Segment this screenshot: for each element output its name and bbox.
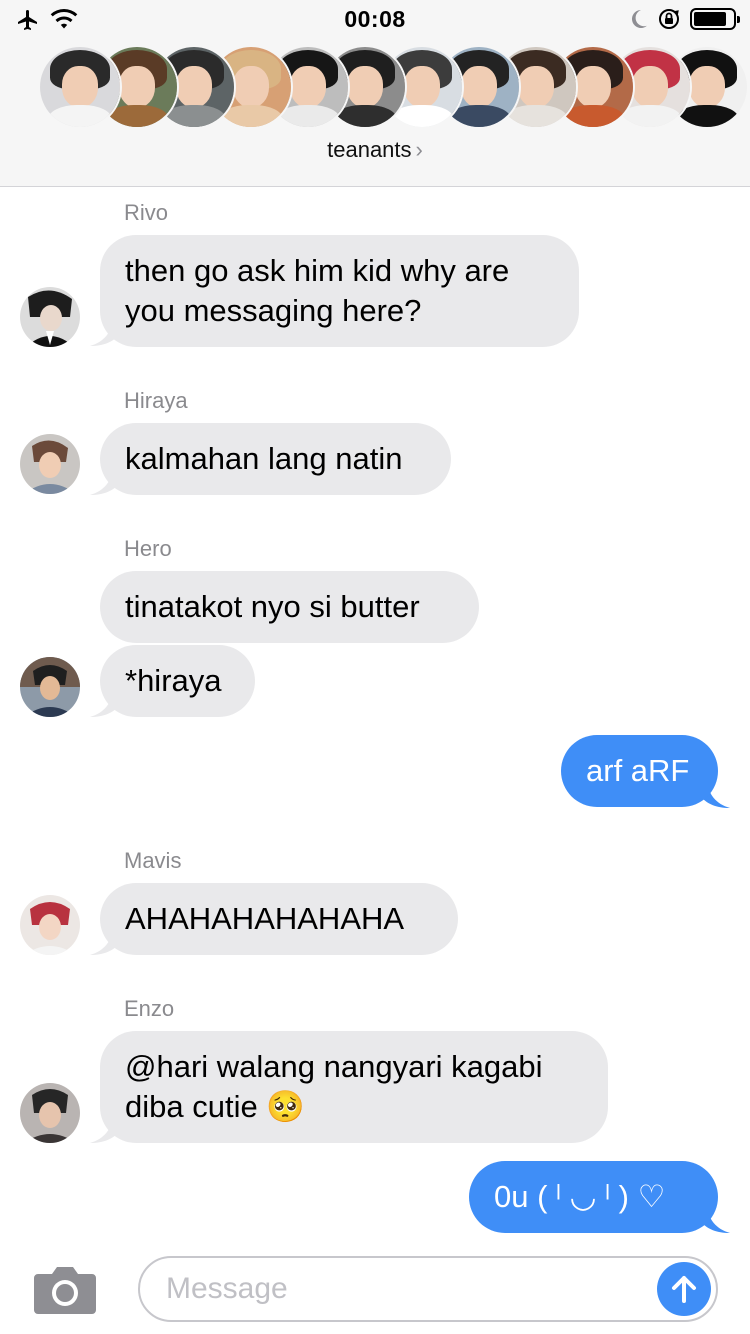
message-bubble[interactable]: then go ask him kid why are you messagin… [100, 235, 579, 347]
sender-name: Mavis [124, 848, 182, 873]
avatar[interactable] [20, 434, 80, 494]
group-member-avatar[interactable] [38, 45, 122, 129]
chevron-right-icon: › [415, 137, 423, 162]
message-text: 0u ( ˡ ◡ ˡ ) ♡ [494, 1179, 666, 1214]
battery-icon [690, 8, 740, 30]
status-bar: 00:08 [0, 0, 750, 40]
message-text: *hiraya [125, 663, 222, 698]
status-right [628, 8, 740, 30]
group-name-button[interactable]: teanants › [0, 137, 750, 163]
message-bubble[interactable]: kalmahan lang natin [100, 423, 451, 495]
avatar[interactable] [20, 657, 80, 717]
avatar[interactable] [20, 895, 80, 955]
arrow-up-icon [672, 1276, 696, 1303]
message-text: @hari walang nangyari kagabi [125, 1049, 543, 1084]
message-bubble[interactable]: tinatakot nyo si butter [100, 571, 479, 643]
group-avatars[interactable] [38, 45, 750, 131]
send-button[interactable] [657, 1262, 711, 1316]
message-bubble[interactable]: arf aRF [561, 735, 718, 807]
avatar[interactable] [20, 1083, 80, 1143]
group-name: teanants [327, 137, 412, 162]
battery-level [694, 12, 727, 26]
message-text: then go ask him kid why are [125, 253, 510, 288]
message-bubble[interactable]: @hari walang nangyari kagabi diba cutie … [100, 1031, 608, 1143]
message-text: you messaging here? [125, 293, 422, 328]
camera-icon [34, 1267, 96, 1314]
camera-button[interactable] [32, 1266, 98, 1314]
orientation-lock-icon [659, 9, 679, 29]
sender-name: Rivo [124, 200, 169, 225]
message-bubble[interactable]: 0u ( ˡ ◡ ˡ ) ♡ [469, 1161, 718, 1233]
conversation-header: 00:08 teanants › [0, 0, 750, 187]
moon-icon [631, 9, 647, 28]
message-text: kalmahan lang natin [125, 441, 403, 476]
message-text: tinatakot nyo si butter [125, 589, 420, 624]
sender-name: Enzo [124, 996, 175, 1021]
message-bubble[interactable]: *hiraya [100, 645, 255, 717]
sender-name: Hero [124, 536, 172, 561]
message-text: diba cutie 🥺 [125, 1089, 305, 1124]
message-text: AHAHAHAHAHAHA [125, 901, 405, 936]
sender-name: Hiraya [124, 388, 188, 413]
message-input[interactable] [138, 1256, 718, 1322]
avatar[interactable] [20, 287, 80, 347]
message-text: arf aRF [586, 753, 690, 788]
message-bubble[interactable]: AHAHAHAHAHAHA [100, 883, 458, 955]
